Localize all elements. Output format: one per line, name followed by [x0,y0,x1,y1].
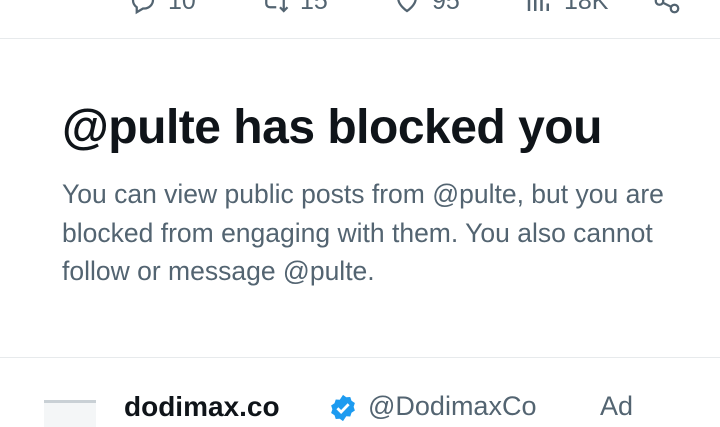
blocked-title: @pulte has blocked you [62,101,602,154]
promoted-post-header[interactable]: dodimax.co @DodimaxCo Ad [0,383,720,427]
blocked-message: You can view public posts from @pulte, b… [62,179,664,286]
reply-icon [131,0,155,15]
author-name[interactable]: dodimax.co [124,391,280,423]
like-icon [397,0,417,13]
like-button[interactable]: 95 [392,0,460,16]
ad-label: Ad [600,391,634,421]
reply-count: 10 [168,0,196,15]
avatar[interactable] [44,400,96,427]
verified-badge-icon [331,394,355,422]
views-button[interactable]: 18K [524,0,608,16]
views-icon [527,0,549,11]
share-icon [654,0,680,14]
views-count: 18K [564,0,609,15]
author-handle[interactable]: @DodimaxCo [368,391,536,422]
share-button[interactable] [652,0,682,16]
like-count: 95 [432,0,460,15]
reply-button[interactable]: 10 [128,0,196,16]
repost-button[interactable]: 15 [260,0,328,16]
post-action-bar: 10 15 95 18K [0,0,720,18]
divider-top [0,38,720,39]
repost-icon [265,0,289,13]
repost-count: 15 [300,0,328,15]
divider-bottom [0,357,720,358]
